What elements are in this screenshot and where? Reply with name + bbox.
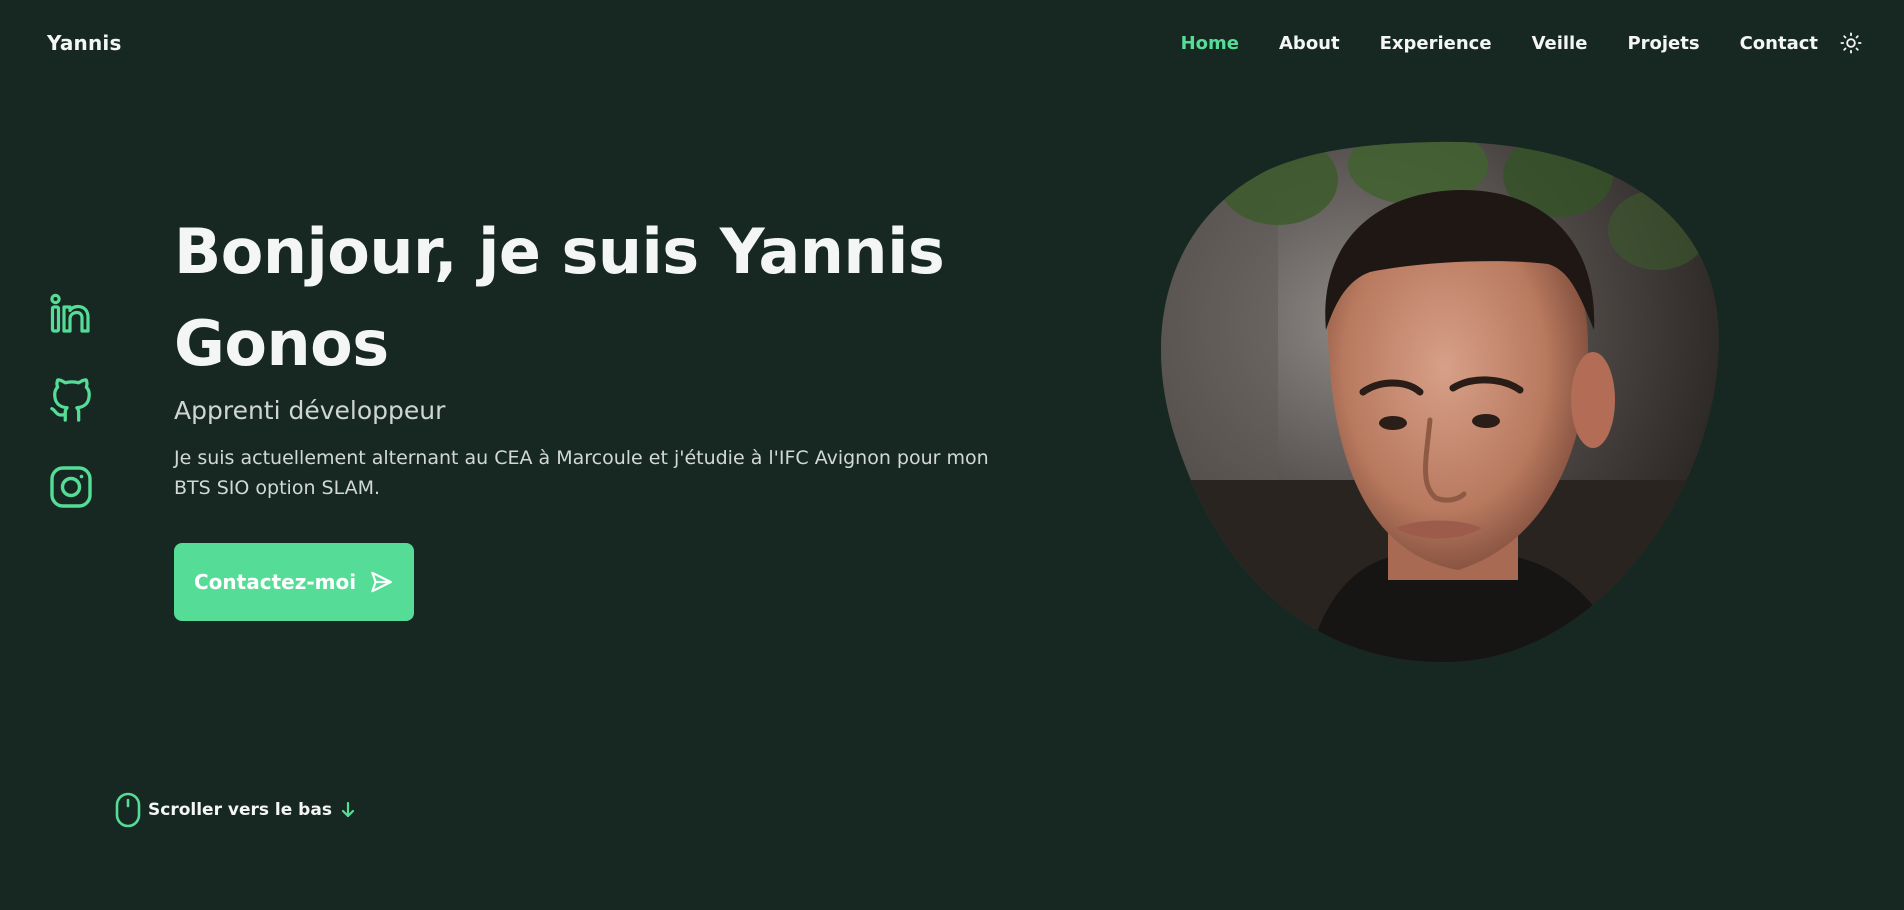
hero-title: Bonjour, je suis Yannis Gonos <box>174 215 945 380</box>
nav-veille[interactable]: Veille <box>1532 33 1588 54</box>
linkedin-icon <box>50 293 90 333</box>
arrow-down-icon <box>341 801 355 818</box>
instagram-icon <box>50 466 92 508</box>
mouse-icon <box>115 792 141 828</box>
contact-button-label: Contactez-moi <box>194 570 357 594</box>
instagram-link[interactable] <box>48 464 94 510</box>
github-icon <box>50 378 91 422</box>
hero: Bonjour, je suis Yannis Gonos Apprenti d… <box>174 206 1034 621</box>
nav-home[interactable]: Home <box>1181 33 1239 54</box>
nav-projets[interactable]: Projets <box>1627 33 1699 54</box>
hero-subtitle: Apprenti développeur <box>174 396 446 425</box>
nav-contact[interactable]: Contact <box>1740 33 1818 54</box>
sun-icon <box>1840 32 1862 54</box>
logo[interactable]: Yannis <box>47 31 122 55</box>
profile-photo <box>1158 140 1720 664</box>
social-links <box>48 292 94 550</box>
linkedin-link[interactable] <box>48 292 94 338</box>
github-link[interactable] <box>48 378 94 424</box>
hero-description: Je suis actuellement alternant au CEA à … <box>174 447 989 499</box>
header: Yannis Home About Experience Veille Proj… <box>0 0 1904 86</box>
profile-photo-blob <box>1160 141 1719 663</box>
main-nav: Home About Experience Veille Projets Con… <box>1141 30 1864 56</box>
theme-toggle[interactable] <box>1838 30 1864 56</box>
scroll-label: Scroller vers le bas <box>148 800 332 820</box>
contact-button[interactable]: Contactez-moi <box>174 543 415 621</box>
nav-experience[interactable]: Experience <box>1380 33 1492 54</box>
scroll-down-link[interactable]: Scroller vers le bas <box>114 792 356 828</box>
page: Yannis Home About Experience Veille Proj… <box>0 0 1904 910</box>
nav-about[interactable]: About <box>1279 33 1340 54</box>
send-icon <box>371 571 392 593</box>
